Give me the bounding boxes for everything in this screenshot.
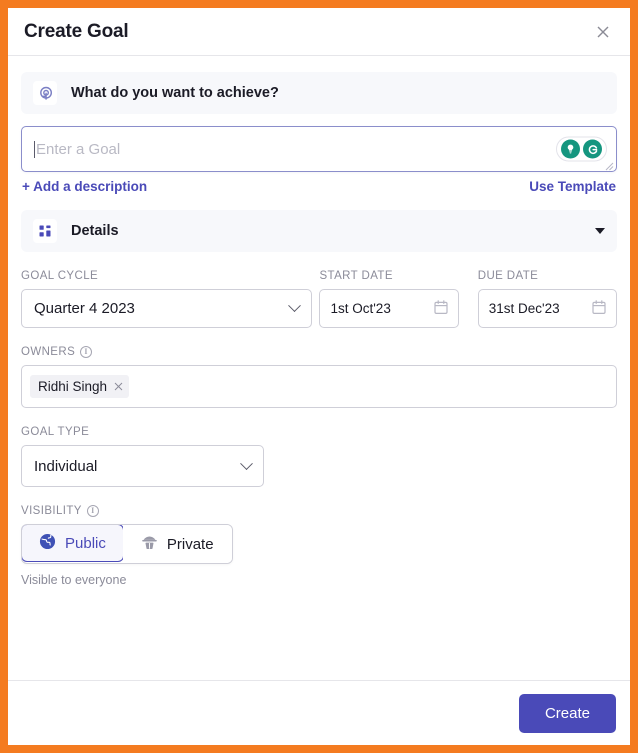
close-icon[interactable] bbox=[590, 19, 616, 45]
info-icon[interactable]: i bbox=[80, 346, 93, 358]
detective-icon bbox=[141, 534, 158, 555]
start-date-input[interactable]: 1st Oct'23 bbox=[319, 289, 459, 328]
use-template-link[interactable]: Use Template bbox=[529, 179, 616, 194]
goal-input[interactable]: Enter a Goal bbox=[21, 126, 617, 172]
ai-generate-icon[interactable] bbox=[583, 139, 602, 159]
visibility-option-public-label: Public bbox=[65, 534, 106, 552]
create-button[interactable]: Create bbox=[518, 693, 616, 733]
owners-input[interactable]: Ridhi Singh bbox=[21, 365, 617, 408]
visibility-segmented-control: Public Private bbox=[21, 524, 233, 564]
goal-links-row: + Add a description Use Template bbox=[21, 179, 617, 194]
resize-handle[interactable] bbox=[603, 158, 614, 171]
visibility-label-text: VISIBILITY bbox=[21, 505, 82, 517]
due-date-input[interactable]: 31st Dec'23 bbox=[477, 289, 617, 328]
owners-field: OWNERS i Ridhi Singh bbox=[21, 346, 617, 408]
owners-label-text: OWNERS bbox=[21, 346, 76, 358]
chevron-down-icon bbox=[240, 456, 253, 470]
visibility-option-private[interactable]: Private bbox=[122, 525, 232, 563]
achieve-label: What do you want to achieve? bbox=[71, 85, 279, 101]
info-icon[interactable]: i bbox=[86, 505, 99, 517]
goal-input-wrapper: Enter a Goal bbox=[21, 126, 617, 172]
text-caret bbox=[34, 140, 35, 158]
chevron-down-icon bbox=[288, 299, 302, 313]
due-date-value: 31st Dec'23 bbox=[488, 301, 560, 316]
close-icon[interactable] bbox=[114, 381, 123, 393]
goal-type-value: Individual bbox=[34, 457, 98, 475]
goal-cycle-value: Quarter 4 2023 bbox=[34, 300, 135, 317]
owner-chip-name: Ridhi Singh bbox=[38, 379, 108, 394]
visibility-option-private-label: Private bbox=[166, 535, 214, 553]
chevron-down-icon[interactable] bbox=[595, 228, 605, 234]
visibility-note: Visible to everyone bbox=[21, 573, 127, 587]
achieve-banner: What do you want to achieve? bbox=[21, 72, 617, 114]
grid-dashboard-icon bbox=[33, 219, 57, 243]
goal-type-select[interactable]: Individual bbox=[21, 445, 264, 487]
goal-cycle-label: GOAL CYCLE bbox=[21, 270, 99, 282]
visibility-label: VISIBILITY i bbox=[21, 505, 617, 517]
due-date-field: DUE DATE 31st Dec'23 bbox=[477, 270, 617, 328]
modal-header: Create Goal bbox=[8, 8, 630, 56]
cycle-dates-row: GOAL CYCLE Quarter 4 2023 START DATE 1st… bbox=[21, 270, 617, 328]
visibility-option-public[interactable]: Public bbox=[21, 525, 124, 562]
add-description-link[interactable]: + Add a description bbox=[22, 179, 147, 194]
start-date-value: 1st Oct'23 bbox=[330, 301, 391, 316]
details-label: Details bbox=[71, 223, 119, 239]
create-goal-modal: Create Goal What do you want to achieve?… bbox=[8, 8, 630, 745]
globe-icon bbox=[39, 533, 56, 554]
due-date-label: DUE DATE bbox=[477, 270, 539, 282]
goal-cycle-select[interactable]: Quarter 4 2023 bbox=[21, 289, 313, 328]
goal-type-label: GOAL TYPE bbox=[21, 426, 90, 438]
details-section-header[interactable]: Details bbox=[21, 210, 617, 252]
goal-input-actions bbox=[556, 136, 607, 162]
calendar-icon bbox=[592, 299, 606, 318]
goal-input-placeholder: Enter a Goal bbox=[36, 140, 121, 158]
modal-accent-frame: Create Goal What do you want to achieve?… bbox=[0, 0, 638, 753]
start-date-field: START DATE 1st Oct'23 bbox=[319, 270, 459, 328]
goal-cycle-field: GOAL CYCLE Quarter 4 2023 bbox=[21, 270, 313, 328]
owners-label: OWNERS i bbox=[21, 346, 617, 358]
goal-type-field: GOAL TYPE Individual bbox=[21, 426, 264, 487]
visibility-field: VISIBILITY i Public bbox=[21, 505, 617, 587]
modal-body: What do you want to achieve? Enter a Goa… bbox=[8, 56, 630, 680]
owner-chip: Ridhi Singh bbox=[30, 375, 130, 398]
calendar-icon bbox=[434, 299, 448, 318]
goal-target-icon bbox=[33, 81, 57, 105]
lightbulb-icon[interactable] bbox=[561, 139, 580, 159]
page-title: Create Goal bbox=[24, 20, 129, 42]
start-date-label: START DATE bbox=[319, 270, 393, 282]
modal-footer: Create bbox=[8, 680, 630, 745]
